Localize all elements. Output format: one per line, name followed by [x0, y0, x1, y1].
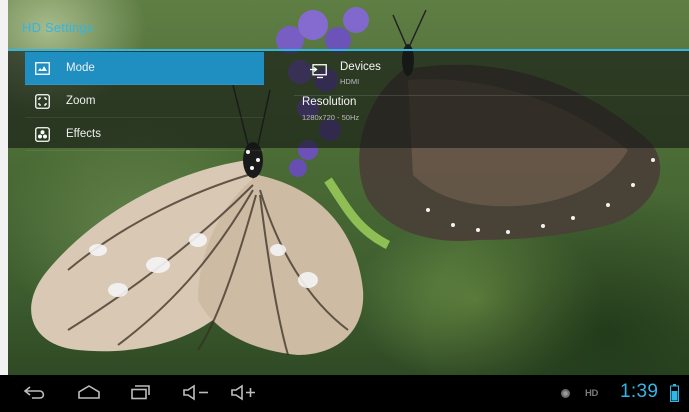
- monitor-wave-icon: [35, 61, 50, 75]
- menu-item-mode[interactable]: Mode: [25, 52, 264, 85]
- recent-apps-icon[interactable]: [128, 383, 154, 403]
- resolution-value: 1280x720 - 50Hz: [302, 113, 360, 122]
- effects-dots-icon: [35, 126, 50, 142]
- volume-up-icon[interactable]: [230, 383, 260, 403]
- menu-item-effects[interactable]: Effects: [25, 118, 264, 151]
- back-icon[interactable]: [22, 383, 48, 403]
- menu-item-label: Effects: [66, 128, 101, 140]
- settings-menu: Mode Zoom Effects: [25, 52, 264, 151]
- devices-title: Devices: [340, 61, 381, 73]
- devices-value: HDMI: [340, 77, 360, 86]
- home-icon[interactable]: [76, 383, 102, 403]
- zoom-frame-icon: [35, 93, 50, 109]
- detail-pane: Devices HDMI Resolution 1280x720 - 50Hz: [264, 52, 689, 140]
- menu-item-label: Mode: [66, 62, 95, 74]
- screen: HD Settings Mode Zoom Effects Devices HD…: [0, 0, 689, 412]
- resolution-title: Resolution: [302, 96, 357, 108]
- hd-status-badge: HD: [585, 388, 599, 399]
- menu-item-label: Zoom: [66, 95, 96, 107]
- devices-setting[interactable]: Devices HDMI: [264, 52, 689, 96]
- app-title: HD Settings: [22, 20, 94, 35]
- status-clock: 1:39: [620, 381, 659, 402]
- notification-dot-icon: [561, 389, 570, 398]
- resolution-setting[interactable]: Resolution 1280x720 - 50Hz: [264, 96, 689, 140]
- display-output-icon: [310, 64, 327, 79]
- battery-icon: [670, 384, 679, 402]
- left-edge-strip: [0, 0, 8, 375]
- volume-down-icon[interactable]: [182, 383, 212, 403]
- menu-item-zoom[interactable]: Zoom: [25, 85, 264, 118]
